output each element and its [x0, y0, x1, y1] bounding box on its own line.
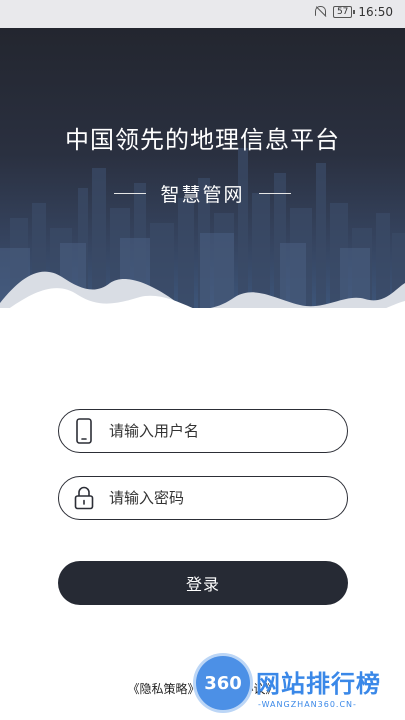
- cloud-wave-divider: [0, 271, 405, 308]
- watermark-badge: 360: [196, 656, 250, 710]
- divider-line-right: [258, 192, 291, 195]
- hero-title: 中国领先的地理信息平台: [65, 126, 340, 154]
- username-field[interactable]: [58, 409, 348, 453]
- status-indicators: 57 16:50: [313, 5, 393, 19]
- bell-off-icon: [313, 5, 327, 19]
- status-bar: 57 16:50: [0, 0, 405, 28]
- battery-icon: 57: [332, 6, 356, 18]
- username-input[interactable]: [109, 411, 347, 451]
- watermark-logo: 360 网站排行榜 -WANGZHAN360.CN-: [196, 656, 400, 716]
- password-field[interactable]: [58, 476, 348, 520]
- hero-banner: 中国领先的地理信息平台 智慧管网: [0, 28, 405, 308]
- hero-subtitle: 智慧管网: [160, 184, 245, 206]
- status-time: 16:50: [358, 5, 393, 19]
- login-button[interactable]: 登录: [58, 561, 348, 605]
- hero-subtitle-row: 智慧管网: [0, 180, 405, 207]
- phone-icon: [59, 409, 109, 453]
- divider-line-left: [114, 192, 147, 195]
- password-input[interactable]: [109, 478, 347, 518]
- privacy-policy-link[interactable]: 《隐私策略》: [127, 680, 199, 697]
- watermark-subtext: -WANGZHAN360.CN-: [258, 700, 357, 709]
- lock-icon: [59, 476, 109, 520]
- watermark-text: 网站排行榜: [256, 670, 381, 698]
